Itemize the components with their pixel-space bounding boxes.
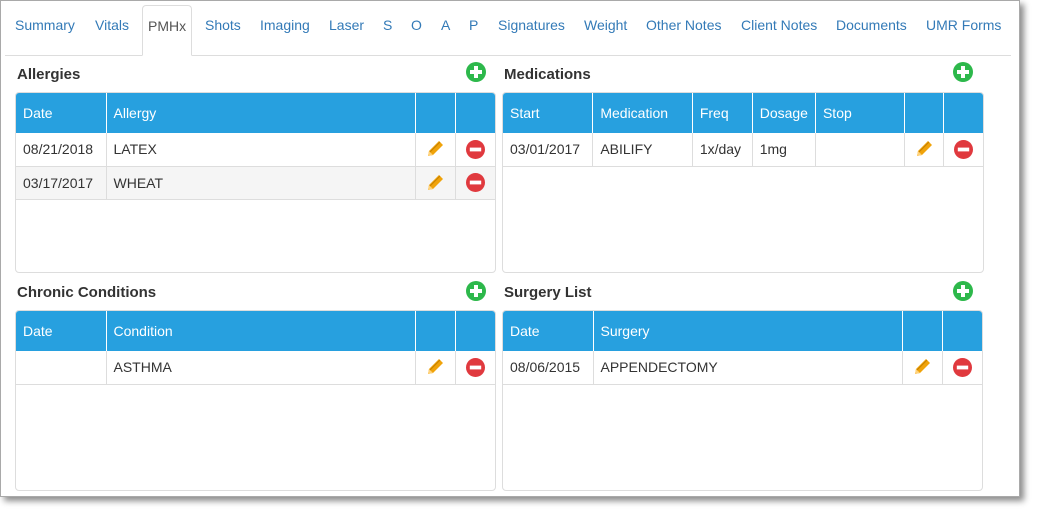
tab-other-notes[interactable]: Other Notes (646, 5, 721, 55)
column-header-date[interactable]: Date (16, 93, 107, 133)
column-header-remove (943, 93, 983, 133)
add-medication-button[interactable] (953, 62, 973, 82)
surgery-list-title: Surgery List (504, 284, 592, 301)
minus-circle-icon[interactable] (465, 173, 485, 192)
chronic-conditions-title: Chronic Conditions (17, 284, 157, 301)
column-header-stop[interactable]: Stop (815, 93, 905, 133)
column-header-edit (415, 311, 456, 351)
app-window: Summary Vitals PMHx Shots Imaging Laser … (0, 0, 1020, 497)
tab-weight[interactable]: Weight (584, 5, 627, 55)
pencil-icon[interactable] (914, 139, 934, 159)
add-surgery-button[interactable] (953, 281, 973, 301)
tab-documents[interactable]: Documents (836, 5, 907, 55)
tab-umr-forms[interactable]: UMR Forms (926, 5, 1001, 55)
minus-circle-icon[interactable] (465, 357, 485, 377)
allergy-name: WHEAT (106, 166, 416, 200)
tab-s[interactable]: S (383, 5, 392, 55)
pencil-icon[interactable] (425, 357, 445, 377)
table-row: 08/21/2018 LATEX (16, 133, 495, 167)
condition-name: ASTHMA (106, 351, 416, 385)
tab-vitals[interactable]: Vitals (95, 5, 129, 55)
medication-dosage: 1mg (752, 133, 816, 167)
medication-start: 03/01/2017 (503, 133, 594, 167)
allergies-panel: Date Allergy 08/21/2018 LATEX 03/17/2017… (15, 92, 496, 273)
medications-table: Start Medication Freq Dosage Stop 03/01/… (503, 93, 983, 167)
surgery-date: 08/06/2015 (503, 351, 594, 385)
chronic-conditions-table: Date Condition ASTHMA (16, 311, 495, 385)
column-header-dosage[interactable]: Dosage (752, 93, 816, 133)
minus-circle-icon[interactable] (954, 139, 974, 159)
tab-a[interactable]: A (441, 5, 450, 55)
condition-date (16, 351, 107, 385)
column-header-edit (904, 93, 945, 133)
allergy-name: LATEX (106, 133, 416, 167)
table-row: 03/01/2017 ABILIFY 1x/day 1mg (503, 133, 983, 167)
surgery-name: APPENDECTOMY (593, 351, 903, 385)
column-header-edit (415, 93, 456, 133)
column-header-remove (455, 311, 495, 351)
column-header-condition[interactable]: Condition (106, 311, 416, 351)
tab-client-notes[interactable]: Client Notes (741, 5, 817, 55)
column-header-medication[interactable]: Medication (592, 93, 693, 133)
table-row: 03/17/2017 WHEAT (16, 166, 495, 200)
tab-bar: Summary Vitals PMHx Shots Imaging Laser … (5, 5, 1011, 56)
add-allergy-button[interactable] (466, 62, 486, 82)
surgery-list-table: Date Surgery 08/06/2015 APPENDECTOMY (503, 311, 982, 385)
column-header-date[interactable]: Date (16, 311, 107, 351)
medications-title: Medications (504, 66, 591, 83)
table-row: ASTHMA (16, 351, 495, 385)
tab-signatures[interactable]: Signatures (498, 5, 565, 55)
add-condition-button[interactable] (466, 281, 486, 301)
tab-imaging[interactable]: Imaging (260, 5, 310, 55)
medication-freq: 1x/day (692, 133, 753, 167)
tab-summary[interactable]: Summary (15, 5, 75, 55)
column-header-remove (455, 93, 495, 133)
allergies-table: Date Allergy 08/21/2018 LATEX 03/17/2017… (16, 93, 495, 200)
tab-o[interactable]: O (411, 5, 422, 55)
chronic-conditions-panel: Date Condition ASTHMA (15, 310, 496, 491)
column-header-date[interactable]: Date (503, 311, 594, 351)
minus-circle-icon[interactable] (465, 139, 485, 159)
allergies-title: Allergies (17, 66, 81, 83)
tab-laser[interactable]: Laser (329, 5, 364, 55)
tab-p[interactable]: P (469, 5, 478, 55)
medication-stop (815, 133, 905, 167)
column-header-remove (942, 311, 982, 351)
column-header-edit (902, 311, 943, 351)
pencil-icon[interactable] (425, 173, 445, 193)
surgery-list-panel: Date Surgery 08/06/2015 APPENDECTOMY (502, 310, 983, 491)
medications-panel: Start Medication Freq Dosage Stop 03/01/… (502, 92, 984, 273)
medication-name: ABILIFY (592, 133, 693, 167)
pencil-icon[interactable] (912, 357, 932, 377)
tab-pmhx[interactable]: PMHx (142, 5, 193, 56)
tab-shots[interactable]: Shots (205, 5, 241, 55)
column-header-start[interactable]: Start (503, 93, 594, 133)
pencil-icon[interactable] (425, 139, 445, 159)
allergy-date: 08/21/2018 (16, 133, 107, 167)
table-row: 08/06/2015 APPENDECTOMY (503, 351, 982, 385)
minus-circle-icon[interactable] (952, 357, 972, 377)
column-header-freq[interactable]: Freq (692, 93, 753, 133)
column-header-allergy[interactable]: Allergy (106, 93, 416, 133)
column-header-surgery[interactable]: Surgery (593, 311, 903, 351)
allergy-date: 03/17/2017 (16, 166, 107, 200)
